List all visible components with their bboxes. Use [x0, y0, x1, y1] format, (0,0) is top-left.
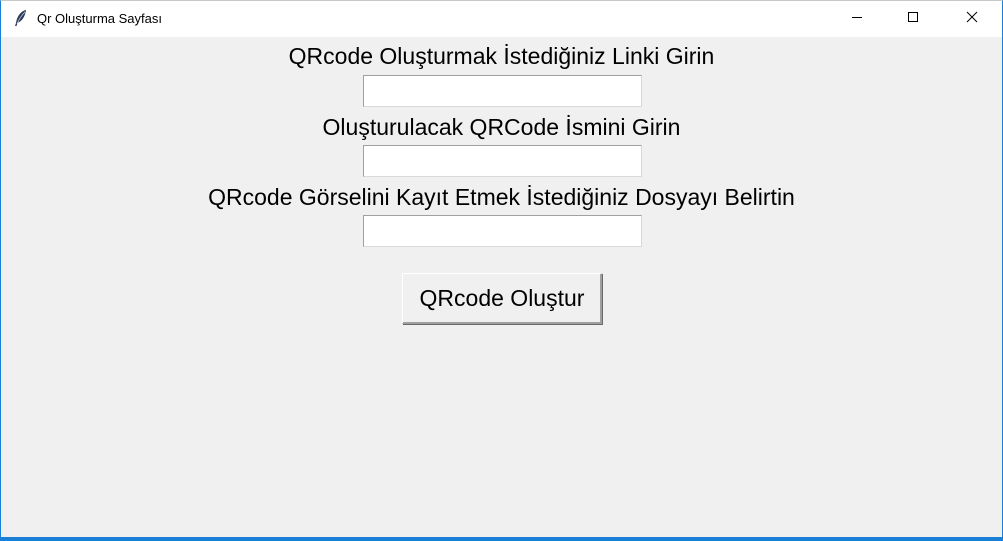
close-button[interactable]	[944, 1, 1000, 37]
link-input[interactable]	[363, 75, 642, 107]
create-qrcode-button[interactable]: QRcode Oluştur	[402, 273, 602, 324]
name-label: Oluşturulacak QRCode İsmini Girin	[322, 114, 681, 140]
maximize-icon	[907, 10, 919, 28]
minimize-button[interactable]	[829, 1, 885, 37]
minimize-icon	[851, 10, 863, 28]
folder-label: QRcode Görselini Kayıt Etmek İstediğiniz…	[208, 184, 795, 210]
qrcode-name-input[interactable]	[363, 145, 642, 177]
title-bar[interactable]: Qr Oluşturma Sayfası	[1, 1, 1002, 37]
form-area: QRcode Oluşturmak İstediğiniz Linki Giri…	[1, 37, 1002, 536]
window-bottom-border	[1, 537, 1002, 540]
close-icon	[966, 10, 978, 28]
app-window: Qr Oluşturma Sayfası QRcode Oluşturmak İ…	[0, 0, 1003, 541]
maximize-button[interactable]	[885, 1, 941, 37]
feather-icon	[13, 9, 29, 27]
save-folder-input[interactable]	[363, 215, 642, 247]
window-title: Qr Oluşturma Sayfası	[37, 11, 162, 26]
link-label: QRcode Oluşturmak İstediğiniz Linki Giri…	[288, 43, 715, 69]
